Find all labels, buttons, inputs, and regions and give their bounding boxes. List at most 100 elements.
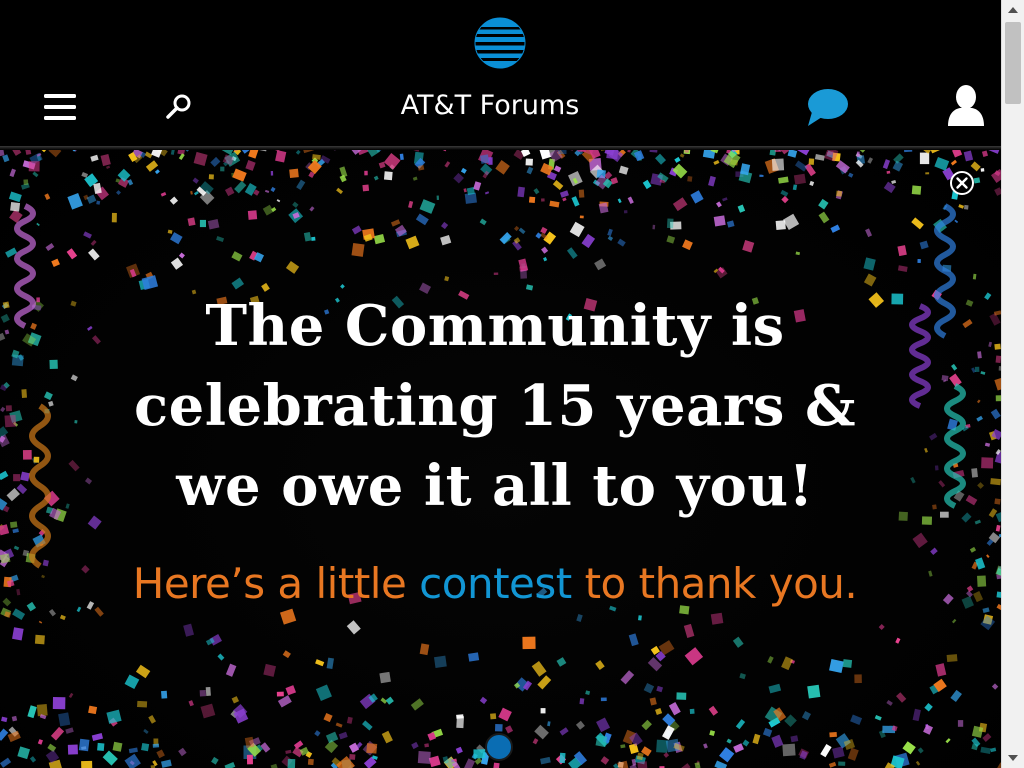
- celebration-banner[interactable]: The Community is celebrating 15 years & …: [0, 146, 1001, 768]
- user-profile-icon[interactable]: [942, 82, 990, 130]
- confetti-piece: [683, 623, 695, 638]
- scroll-down-arrow-icon[interactable]: [1002, 748, 1024, 768]
- confetti-piece: [818, 211, 830, 224]
- confetti-piece: [23, 179, 29, 186]
- confetti-piece: [965, 299, 974, 307]
- site-title[interactable]: AT&T Forums: [350, 88, 630, 124]
- scroll-up-arrow-icon[interactable]: [1002, 0, 1024, 20]
- att-globe-icon[interactable]: [474, 17, 526, 69]
- confetti-piece: [562, 197, 567, 202]
- confetti-piece: [59, 614, 66, 621]
- confetti-piece: [183, 623, 195, 637]
- vertical-scrollbar[interactable]: [1001, 0, 1024, 768]
- confetti-piece: [941, 375, 949, 382]
- scrollbar-thumb[interactable]: [1005, 22, 1021, 104]
- confetti-piece: [514, 225, 520, 232]
- confetti-piece: [716, 201, 722, 208]
- confetti-piece: [106, 165, 111, 170]
- carousel-dot-active[interactable]: [485, 733, 513, 761]
- confetti-piece: [526, 166, 534, 175]
- confetti-piece: [276, 199, 281, 203]
- contest-link[interactable]: contest: [419, 559, 572, 608]
- confetti-piece: [12, 608, 26, 621]
- confetti-piece: [6, 488, 20, 502]
- close-circle-icon[interactable]: [949, 170, 975, 196]
- confetti-piece: [346, 716, 353, 724]
- banner-top-divider: [0, 146, 1001, 150]
- confetti-piece: [977, 482, 984, 489]
- confetti-piece: [726, 220, 735, 228]
- confetti-piece: [623, 210, 628, 214]
- search-icon[interactable]: [160, 88, 200, 128]
- confetti-piece: [576, 613, 583, 622]
- confetti-streamer: [934, 203, 956, 339]
- confetti-piece: [714, 760, 728, 768]
- confetti-piece: [37, 739, 43, 745]
- confetti-piece: [67, 192, 83, 210]
- confetti-piece: [270, 763, 278, 768]
- confetti-piece: [980, 746, 992, 755]
- confetti-piece: [771, 158, 785, 171]
- confetti-piece: [78, 738, 90, 752]
- confetti-piece: [217, 653, 225, 661]
- confetti-piece: [124, 674, 140, 690]
- confetti-piece: [216, 236, 225, 243]
- confetti-piece: [97, 742, 105, 751]
- confetti-piece: [829, 731, 837, 738]
- confetti-piece: [951, 618, 957, 624]
- site-header: AT&T Forums: [0, 0, 1001, 146]
- confetti-piece: [735, 719, 746, 730]
- confetti-piece: [974, 519, 981, 525]
- page-viewport: AT&T Forums The Community is celebrating…: [0, 0, 1001, 768]
- confetti-piece: [468, 652, 480, 662]
- confetti-piece: [963, 204, 969, 210]
- confetti-piece: [9, 168, 16, 178]
- confetti-piece: [200, 703, 216, 719]
- confetti-piece: [638, 615, 642, 621]
- confetti-piece: [742, 739, 750, 747]
- confetti-piece: [4, 329, 10, 335]
- confetti-piece: [285, 261, 300, 274]
- confetti-piece: [2, 301, 10, 309]
- confetti-piece: [135, 664, 151, 679]
- confetti-piece: [0, 524, 10, 536]
- confetti-piece: [144, 151, 153, 159]
- confetti-piece: [10, 201, 21, 212]
- confetti-piece: [680, 763, 691, 768]
- confetti-piece: [795, 251, 801, 256]
- confetti-piece: [270, 170, 274, 176]
- confetti-piece: [863, 273, 877, 287]
- hamburger-menu-icon[interactable]: [40, 88, 80, 128]
- confetti-piece: [362, 720, 373, 731]
- headline-line: celebrating 15 years &: [133, 373, 857, 439]
- confetti-piece: [287, 758, 296, 768]
- confetti-piece: [689, 708, 695, 714]
- confetti-piece: [713, 215, 726, 227]
- confetti-piece: [547, 721, 551, 727]
- confetti-piece: [672, 163, 688, 179]
- confetti-piece: [980, 168, 985, 172]
- confetti-piece: [415, 213, 429, 226]
- headline-line: The Community is: [205, 293, 785, 359]
- confetti-piece: [498, 707, 512, 722]
- confetti-piece: [980, 615, 996, 631]
- confetti-piece: [981, 457, 994, 469]
- confetti-piece: [285, 749, 292, 755]
- confetti-piece: [917, 747, 924, 754]
- confetti-piece: [38, 620, 43, 624]
- subline-text-start: Here’s a little: [132, 559, 420, 608]
- confetti-piece: [296, 179, 306, 191]
- confetti-piece: [726, 738, 732, 744]
- chat-bubble-icon[interactable]: [804, 86, 852, 130]
- confetti-piece: [45, 243, 55, 252]
- confetti-piece: [245, 160, 256, 171]
- confetti-piece: [541, 246, 549, 254]
- confetti-piece: [854, 674, 862, 684]
- confetti-piece: [161, 759, 172, 768]
- confetti-piece: [533, 188, 540, 195]
- confetti-piece: [571, 196, 580, 207]
- confetti-piece: [410, 698, 424, 711]
- confetti-piece: [295, 149, 301, 155]
- confetti-piece: [719, 747, 735, 763]
- confetti-piece: [28, 161, 40, 172]
